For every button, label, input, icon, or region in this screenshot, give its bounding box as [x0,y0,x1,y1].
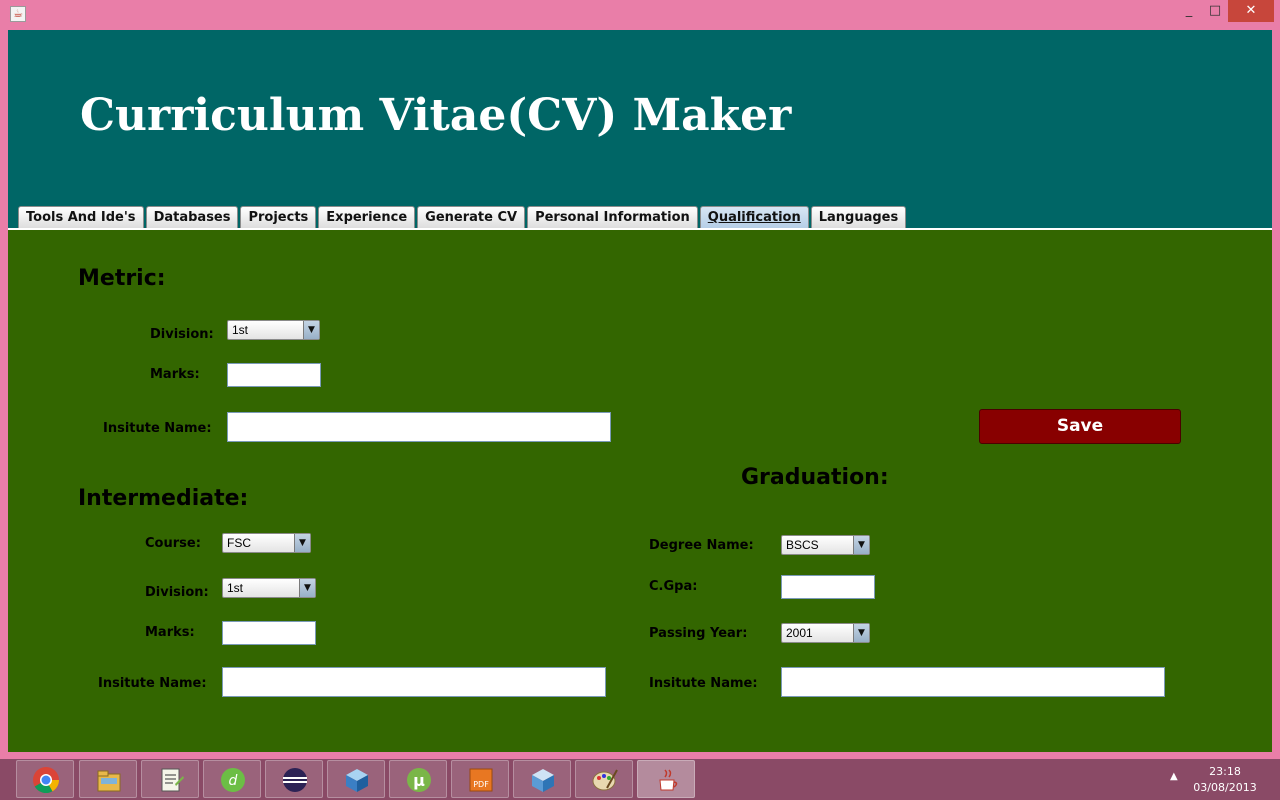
utorrent-icon: µ [407,768,431,792]
tab-qualification[interactable]: Qualification [699,206,809,229]
intermediate-marks-input[interactable] [222,621,316,645]
taskbar-pdf[interactable]: PDF [451,760,509,798]
graduation-degree-value: BSCS [786,538,819,552]
taskbar-chrome[interactable] [16,760,74,798]
chevron-down-icon: ▼ [299,579,315,597]
taskbar-utorrent[interactable]: µ [389,760,447,798]
pdf-icon: PDF [469,768,493,792]
taskbar-eclipse[interactable] [265,760,323,798]
svg-text:d: d [229,773,238,789]
intermediate-marks-label: Marks: [145,625,195,640]
intermediate-division-label: Division: [145,585,209,600]
taskbar-java-app[interactable] [637,760,695,798]
netbeans-cube-icon [346,769,368,792]
taskbar: d µ PDF ▲ 23:18 03/08/2013 [0,759,1280,800]
graduation-title: Graduation: [741,465,889,490]
chevron-down-icon: ▼ [303,321,319,339]
metric-division-select[interactable]: 1st ▼ [227,320,320,340]
file-explorer-icon [97,770,121,792]
intermediate-course-select[interactable]: FSC ▼ [222,533,311,553]
notepad-plus-plus-icon [161,768,184,792]
taskbar-paint[interactable] [575,760,633,798]
virtualbox-cube-icon [532,769,554,792]
clock-time[interactable]: 23:18 [1205,765,1245,778]
graduation-degree-select[interactable]: BSCS ▼ [781,535,870,555]
clock-date[interactable]: 03/08/2013 [1190,781,1260,794]
graduation-cgpa-input[interactable] [781,575,875,599]
graduation-institute-input[interactable] [781,667,1165,697]
metric-institute-label: Insitute Name: [103,421,212,436]
chrome-icon [33,767,60,794]
taskbar-netbeans[interactable] [327,760,385,798]
app-title: Curriculum Vitae(CV) Maker [80,90,792,141]
minimize-button[interactable]: _ [1176,0,1202,22]
paint-icon [592,769,618,791]
tab-tools-and-ides[interactable]: Tools And Ide's [18,206,144,229]
intermediate-title: Intermediate: [78,486,249,511]
svg-text:PDF: PDF [473,780,489,789]
svg-text:µ: µ [413,771,425,790]
tab-divider [8,228,1272,230]
graduation-passing-year-label: Passing Year: [649,626,748,641]
graduation-passing-year-select[interactable]: 2001 ▼ [781,623,870,643]
maximize-button[interactable]: □ [1202,0,1228,22]
tab-generate-cv[interactable]: Generate CV [417,206,526,229]
save-button[interactable]: Save [979,409,1181,444]
graduation-cgpa-label: C.Gpa: [649,579,698,594]
tab-languages[interactable]: Languages [810,206,907,229]
chevron-down-icon: ▼ [853,536,869,554]
metric-marks-label: Marks: [150,367,200,382]
tab-projects[interactable]: Projects [240,206,317,229]
chevron-down-icon: ▼ [294,534,310,552]
graduation-passing-year-value: 2001 [786,626,813,640]
metric-division-label: Division: [150,327,214,342]
metric-marks-input[interactable] [227,363,321,387]
taskbar-notepad[interactable] [141,760,199,798]
graduation-degree-label: Degree Name: [649,538,754,553]
chevron-down-icon: ▼ [853,624,869,642]
metric-institute-input[interactable] [227,412,611,442]
taskbar-file-explorer[interactable] [79,760,137,798]
app-window: Curriculum Vitae(CV) Maker Tools And Ide… [8,30,1272,752]
eclipse-icon [283,768,307,792]
intermediate-course-label: Course: [145,536,201,551]
intermediate-institute-input[interactable] [222,667,606,697]
metric-title: Metric: [78,266,166,291]
taskbar-virtualbox[interactable] [513,760,571,798]
close-button[interactable]: ✕ [1228,0,1274,22]
tab-experience[interactable]: Experience [318,206,416,229]
intermediate-division-value: 1st [227,581,244,595]
java-app-icon: ☕ [10,6,26,22]
show-hidden-icons-arrow-icon[interactable]: ▲ [1170,771,1178,782]
tab-bar: Tools And Ide's Databases Projects Exper… [18,206,908,230]
tab-personal-information[interactable]: Personal Information [527,206,698,229]
metric-division-value: 1st [232,323,249,337]
dreamweaver-icon: d [221,768,245,792]
intermediate-institute-label: Insitute Name: [98,676,207,691]
header-banner: Curriculum Vitae(CV) Maker [8,30,1272,229]
graduation-institute-label: Insitute Name: [649,676,758,691]
intermediate-division-select[interactable]: 1st ▼ [222,578,316,598]
tab-databases[interactable]: Databases [145,206,239,229]
intermediate-course-value: FSC [227,536,251,550]
window-titlebar: ☕ _ □ ✕ [0,0,1280,30]
java-icon [659,769,678,791]
taskbar-dreamweaver[interactable]: d [203,760,261,798]
